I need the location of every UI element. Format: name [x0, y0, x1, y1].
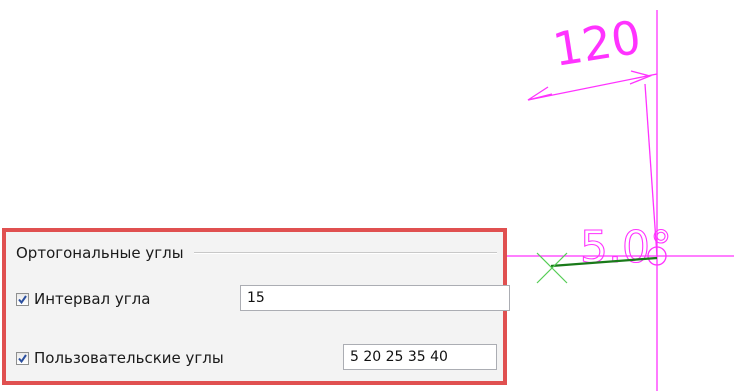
checkmark-icon	[18, 353, 27, 363]
custom-angles-input[interactable]	[343, 344, 497, 370]
angle-interval-row: Интервал угла	[16, 290, 150, 308]
angle-interval-checkbox[interactable]	[16, 292, 29, 306]
custom-angles-label: Пользовательские углы	[34, 349, 224, 367]
group-divider	[193, 252, 497, 254]
custom-angles-row: Пользовательские углы	[16, 349, 224, 367]
orthogonal-angles-settings-panel: Ортогональные углы Интервал угла Пользов…	[2, 228, 510, 385]
angle-interval-input[interactable]	[240, 285, 510, 311]
dimension-text: 120	[549, 10, 644, 77]
custom-angles-checkbox[interactable]	[16, 351, 29, 365]
checkmark-icon	[18, 294, 27, 304]
group-title: Ортогональные углы	[16, 244, 184, 262]
angle-interval-label: Интервал угла	[34, 290, 151, 308]
group-header: Ортогональные углы	[16, 242, 497, 264]
